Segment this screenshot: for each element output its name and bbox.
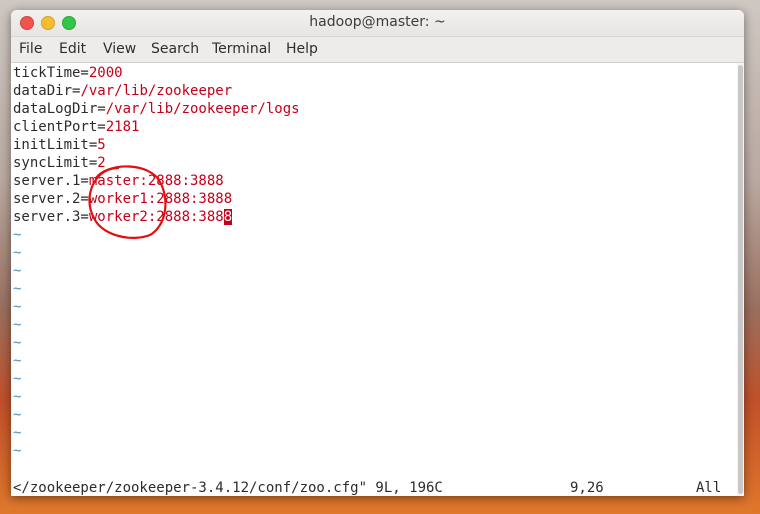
empty-line-marker: ~ (13, 335, 22, 351)
config-line-synclimit: syncLimit=2 (13, 155, 106, 171)
empty-line-marker: ~ (13, 407, 22, 423)
scrollbar-thumb[interactable] (738, 65, 743, 494)
empty-line-marker: ~ (13, 443, 22, 459)
empty-line-marker: ~ (13, 299, 22, 315)
config-line-initlimit: initLimit=5 (13, 137, 106, 153)
scrollbar[interactable] (737, 63, 744, 496)
empty-line-marker: ~ (13, 263, 22, 279)
config-line-datadir: dataDir=/var/lib/zookeeper (13, 83, 233, 99)
empty-line-marker: ~ (13, 353, 22, 369)
status-file-info: </zookeeper/zookeeper-3.4.12/conf/zoo.cf… (13, 480, 443, 496)
empty-line-marker: ~ (13, 389, 22, 405)
empty-line-marker: ~ (13, 317, 22, 333)
empty-line-marker: ~ (13, 245, 22, 261)
menu-file[interactable]: File (19, 41, 42, 57)
empty-line-marker: ~ (13, 425, 22, 441)
config-line-clientport: clientPort=2181 (13, 119, 140, 135)
config-line-datalogdir: dataLogDir=/var/lib/zookeeper/logs (13, 101, 300, 117)
empty-line-marker: ~ (13, 281, 22, 297)
menu-help[interactable]: Help (286, 41, 318, 57)
status-cursor-position: 9,26 (570, 480, 604, 496)
empty-line-marker: ~ (13, 371, 22, 387)
config-line-server2: server.2=worker1:2888:3888 (13, 191, 233, 207)
config-line-server1: server.1=master:2888:3888 (13, 173, 224, 189)
menu-search[interactable]: Search (151, 41, 199, 57)
status-scroll-indicator: All (696, 480, 722, 496)
terminal-content[interactable]: tickTime=2000 dataDir=/var/lib/zookeeper… (11, 63, 744, 496)
window-title: hadoop@master: ~ (309, 14, 446, 30)
title-bar[interactable]: hadoop@master: ~ (11, 10, 744, 37)
empty-line-marker: ~ (13, 227, 22, 243)
menu-edit[interactable]: Edit (59, 41, 86, 57)
config-line-server3: server.3=worker2:2888:3888 (13, 209, 233, 225)
menu-bar: File Edit View Search Terminal Help (11, 37, 744, 63)
terminal-window: hadoop@master: ~ File Edit View Search T… (11, 10, 744, 496)
menu-terminal[interactable]: Terminal (212, 41, 271, 57)
text-cursor: 8 (223, 209, 233, 225)
config-line-ticktime: tickTime=2000 (13, 65, 123, 81)
menu-view[interactable]: View (103, 41, 136, 57)
